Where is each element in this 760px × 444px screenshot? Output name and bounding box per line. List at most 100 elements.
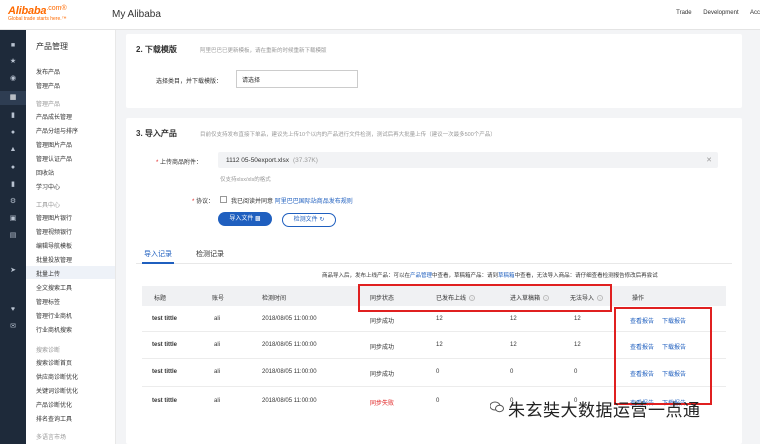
- section-title: 2. 下载模版: [136, 45, 177, 54]
- drafts-link[interactable]: 草稿箱: [498, 273, 515, 279]
- section-desc: 目前仅支持发布直接下单品，建议先上传10个以内的产品进行文件检测，测试后再大批量…: [200, 132, 496, 138]
- sidebar-item[interactable]: 编辑导航模板: [36, 241, 72, 250]
- sidebar-group: 工具中心: [36, 203, 61, 209]
- cell-published: 0: [436, 369, 440, 375]
- people-icon[interactable]: ●: [9, 129, 17, 137]
- watermark-text: 朱玄奘大数据运营一点通: [508, 401, 701, 420]
- cell-title: test tittle: [152, 369, 178, 375]
- grid-icon[interactable]: ▦: [9, 94, 17, 102]
- col-check-time: 检测时间: [262, 296, 287, 302]
- logo-tagline: Global trade starts here.™: [8, 16, 67, 22]
- import-file-label: 导入文件: [229, 216, 254, 222]
- cell-account: ali: [214, 316, 221, 322]
- col-title: 标题: [154, 296, 167, 302]
- home-icon[interactable]: ■: [9, 42, 17, 50]
- agree-text-label: 我已阅读并同意: [231, 199, 274, 205]
- check-file-label: 检测文件: [293, 217, 318, 223]
- notice-mid2: 中查看，无法导入商品：请仔细查看检测报告修改后再尝试: [514, 273, 658, 279]
- chart-icon[interactable]: ▮: [9, 181, 17, 189]
- file-label: * 上传商品附件：: [156, 160, 203, 166]
- sidebar-item[interactable]: 管理行业商机: [36, 311, 72, 320]
- alibaba-logo[interactable]: Alibaba.com® Global trade starts here.™: [8, 5, 98, 25]
- category-label: 选择类目，并下载模版：: [156, 79, 223, 85]
- cell-status: 同步成功: [370, 372, 395, 378]
- sidebar-item[interactable]: 发布产品: [36, 67, 60, 76]
- sidebar-item[interactable]: 学习中心: [36, 182, 60, 191]
- cell-failed: 12: [574, 316, 581, 322]
- section-desc: 阿里巴巴已更新模板，请在重新的时候重新下载模版: [200, 48, 327, 54]
- tab-divider: [136, 263, 732, 264]
- tab-check-records[interactable]: 检测记录: [196, 249, 224, 259]
- nav-development[interactable]: Development: [703, 10, 738, 16]
- col-actions: 操作: [632, 296, 645, 302]
- import-file-button[interactable]: 导入文件 ▩: [218, 212, 272, 226]
- cell-draft: 12: [510, 316, 517, 322]
- cell-title: test tittle: [152, 342, 178, 348]
- cart-icon[interactable]: ▲: [9, 146, 17, 154]
- message-icon[interactable]: ▮: [9, 112, 17, 120]
- notice-prefix: 商品导入后，发布上线产品：可以在: [322, 273, 411, 279]
- sidebar-item[interactable]: 管理标签: [36, 297, 60, 306]
- section-title: 3. 导入产品: [136, 129, 177, 138]
- settings-icon[interactable]: ⚙: [9, 198, 17, 206]
- cell-time: 2018/08/05 11:00:00: [262, 342, 317, 348]
- sidebar-item[interactable]: 产品成长管理: [36, 112, 72, 121]
- cell-account: ali: [214, 369, 221, 375]
- tab-active-indicator: [142, 262, 174, 264]
- lock-icon[interactable]: ▣: [9, 215, 17, 223]
- sidebar-item[interactable]: 批量投放管理: [36, 255, 72, 264]
- remove-file-icon[interactable]: ✕: [706, 156, 712, 164]
- agree-text: 我已阅读并同意 阿里巴巴国际站商品发布规则: [231, 196, 353, 205]
- cell-published: 12: [436, 316, 443, 322]
- cell-title: test tittle: [152, 398, 178, 404]
- download-template-card: 2. 下载模版 阿里巴巴已更新模板，请在重新的时候重新下载模版 选择类目，并下载…: [126, 34, 742, 108]
- cell-failed: 12: [574, 342, 581, 348]
- upload-icon: ▩: [255, 216, 261, 222]
- sidebar-item-batch-upload[interactable]: 批量上传: [36, 269, 60, 278]
- tab-import-records[interactable]: 导入记录: [144, 249, 172, 259]
- category-select[interactable]: 请选择: [236, 70, 358, 88]
- cell-published: 12: [436, 342, 443, 348]
- cell-account: ali: [214, 342, 221, 348]
- sidebar-item[interactable]: 产品分组与排序: [36, 126, 78, 135]
- nav-trade[interactable]: Trade: [676, 10, 691, 16]
- sidebar-item[interactable]: 全文搜索工具: [36, 283, 72, 292]
- sidebar-item[interactable]: 管理图片产品: [36, 140, 72, 149]
- star-icon[interactable]: ★: [9, 58, 17, 66]
- file-size: (37.37K): [293, 157, 318, 164]
- cell-title: test tittle: [152, 316, 178, 322]
- sidebar-title: 产品管理: [36, 42, 68, 51]
- import-notice: 商品导入后，发布上线产品：可以在产品管理中查看，草稿箱产品：请到草稿箱中查看，无…: [322, 271, 658, 279]
- shield-icon[interactable]: ◉: [9, 75, 17, 83]
- sidebar-item[interactable]: 管理认证产品: [36, 154, 72, 163]
- cell-draft: 0: [510, 369, 514, 375]
- mail-icon[interactable]: ✉: [9, 323, 17, 331]
- agree-checkbox[interactable]: [220, 196, 227, 203]
- nav-account[interactable]: Acc: [750, 10, 760, 16]
- sidebar-item[interactable]: 排名查询工具: [36, 414, 72, 423]
- cell-account: ali: [214, 398, 221, 404]
- bank-icon[interactable]: ▤: [9, 232, 17, 240]
- sidebar-item[interactable]: 管理产品: [36, 81, 60, 90]
- top-nav: Trade Development Acc: [676, 10, 760, 16]
- cell-draft: 12: [510, 342, 517, 348]
- sidebar-item[interactable]: 管理视频银行: [36, 227, 72, 236]
- sidebar-item[interactable]: 搜索诊断首页: [36, 358, 72, 367]
- sidebar-item[interactable]: 关键词诊断优化: [36, 386, 78, 395]
- rules-link[interactable]: 阿里巴巴国际站商品发布规则: [275, 199, 353, 205]
- sidebar-item[interactable]: 行业商机搜索: [36, 325, 72, 334]
- check-file-button[interactable]: 检测文件 ↻: [282, 213, 336, 227]
- file-format-hint: 仅支持xlsx/xls的格式: [220, 177, 271, 183]
- product-manage-link[interactable]: 产品管理: [410, 273, 432, 279]
- user-icon[interactable]: ●: [9, 164, 17, 172]
- send-icon[interactable]: ➤: [9, 267, 17, 275]
- sidebar-item[interactable]: 回收站: [36, 168, 54, 177]
- cell-time: 2018/08/05 11:00:00: [262, 369, 317, 375]
- sidebar-group: 管理产品: [36, 102, 61, 108]
- heart-icon[interactable]: ♥: [9, 306, 17, 314]
- logo-com-text: .com®: [46, 5, 67, 12]
- sidebar-item[interactable]: 供应商诊断优化: [36, 372, 78, 381]
- sidebar-item[interactable]: 管理图片银行: [36, 213, 72, 222]
- sidebar-item[interactable]: 产品诊断优化: [36, 400, 72, 409]
- agree-label-text: 协议：: [196, 199, 215, 205]
